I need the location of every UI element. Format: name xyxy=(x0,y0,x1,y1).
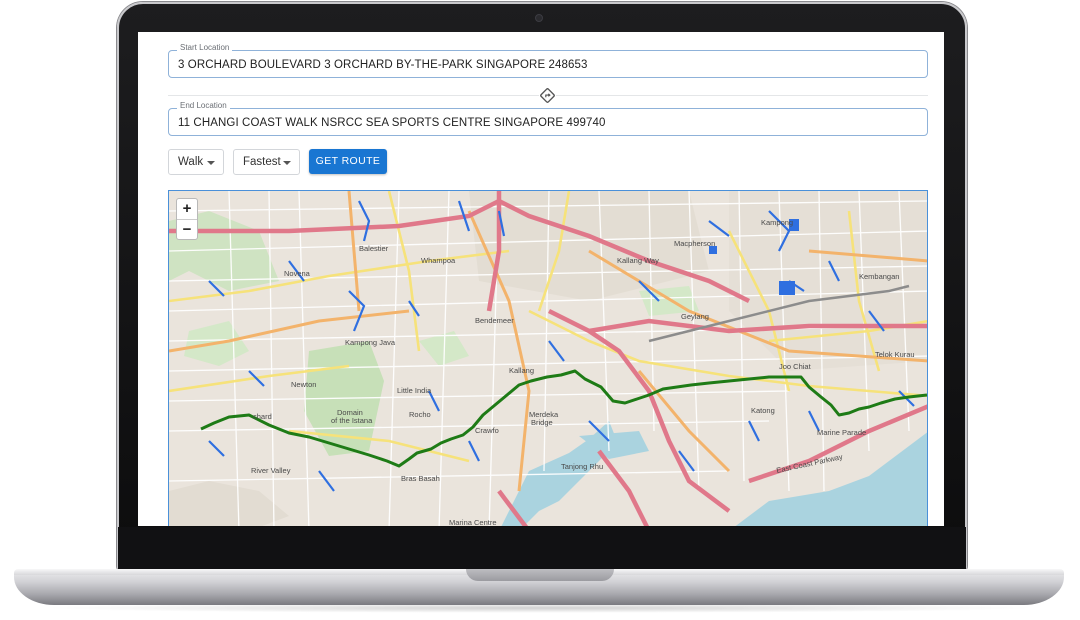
laptop-notch xyxy=(466,569,614,581)
map-label-bendemeer: Bendemeer xyxy=(475,316,514,325)
map-label-newton: Newton xyxy=(291,380,316,389)
map-label-kembangan: Kembangan xyxy=(859,272,899,281)
start-location-input[interactable]: 3 ORCHARD BOULEVARD 3 ORCHARD BY-THE-PAR… xyxy=(178,59,587,71)
map-label-joo-chiat: Joo Chiat xyxy=(779,362,812,371)
map-label-bridge: Bridge xyxy=(531,418,553,427)
map-label-istana: of the Istana xyxy=(331,416,373,425)
map-label-orchard: chard xyxy=(253,412,272,421)
end-location-field[interactable]: End Location 11 CHANGI COAST WALK NSRCC … xyxy=(168,101,928,136)
zoom-out-button[interactable]: − xyxy=(177,219,197,239)
map-label-telok-kurau: Telok Kurau xyxy=(875,350,915,359)
map-label-tanjong-rhu: Tanjong Rhu xyxy=(561,462,603,471)
laptop-chin xyxy=(118,527,966,571)
zoom-control: + − xyxy=(176,198,198,240)
map-label-kallang-way: Kallang Way xyxy=(617,256,659,265)
map-label-marina-centre: Marina Centre xyxy=(449,518,497,526)
map-canvas[interactable]: Balestier Whampoa Novena Kallang Way Mac… xyxy=(169,191,928,526)
map-label-geylang: Geylang xyxy=(681,312,709,321)
zoom-in-button[interactable]: + xyxy=(177,199,197,219)
map-label-crawford: Crawfo xyxy=(475,426,499,435)
map-label-balestier: Balestier xyxy=(359,244,389,253)
map-label-rochor: Rocho xyxy=(409,410,431,419)
get-route-button[interactable]: GET ROUTE xyxy=(309,149,387,174)
travel-mode-value: Walk xyxy=(178,156,204,168)
start-location-field[interactable]: Start Location 3 ORCHARD BOULEVARD 3 ORC… xyxy=(168,43,928,78)
map-label-katong: Katong xyxy=(751,406,775,415)
chevron-down-icon xyxy=(283,161,291,165)
route-preference-select[interactable]: Fastest xyxy=(233,149,300,175)
map-label-macpherson: Macpherson xyxy=(674,239,715,248)
start-location-label: Start Location xyxy=(177,43,233,52)
map-label-marine-parade: Marine Parade xyxy=(817,428,866,437)
chevron-down-icon xyxy=(207,161,215,165)
map-label-river-valley: River Valley xyxy=(251,466,291,475)
app-screen: Start Location 3 ORCHARD BOULEVARD 3 ORC… xyxy=(138,32,944,526)
map-label-kampong-java: Kampong Java xyxy=(345,338,396,347)
end-location-input[interactable]: 11 CHANGI COAST WALK NSRCC SEA SPORTS CE… xyxy=(178,117,605,129)
map-label-whampoa: Whampoa xyxy=(421,256,456,265)
camera-icon xyxy=(535,14,543,22)
map-label-little-india: Little India xyxy=(397,386,432,395)
map-label-kallang: Kallang xyxy=(509,366,534,375)
travel-mode-select[interactable]: Walk xyxy=(168,149,224,175)
map-label-kampong: Kampong xyxy=(761,218,793,227)
directions-icon[interactable] xyxy=(539,87,556,104)
map-label-novena: Novena xyxy=(284,269,311,278)
map-label-bras-basah: Bras Basah xyxy=(401,474,440,483)
end-location-label: End Location xyxy=(177,101,230,110)
route-map[interactable]: Balestier Whampoa Novena Kallang Way Mac… xyxy=(168,190,928,526)
route-preference-value: Fastest xyxy=(243,156,281,168)
